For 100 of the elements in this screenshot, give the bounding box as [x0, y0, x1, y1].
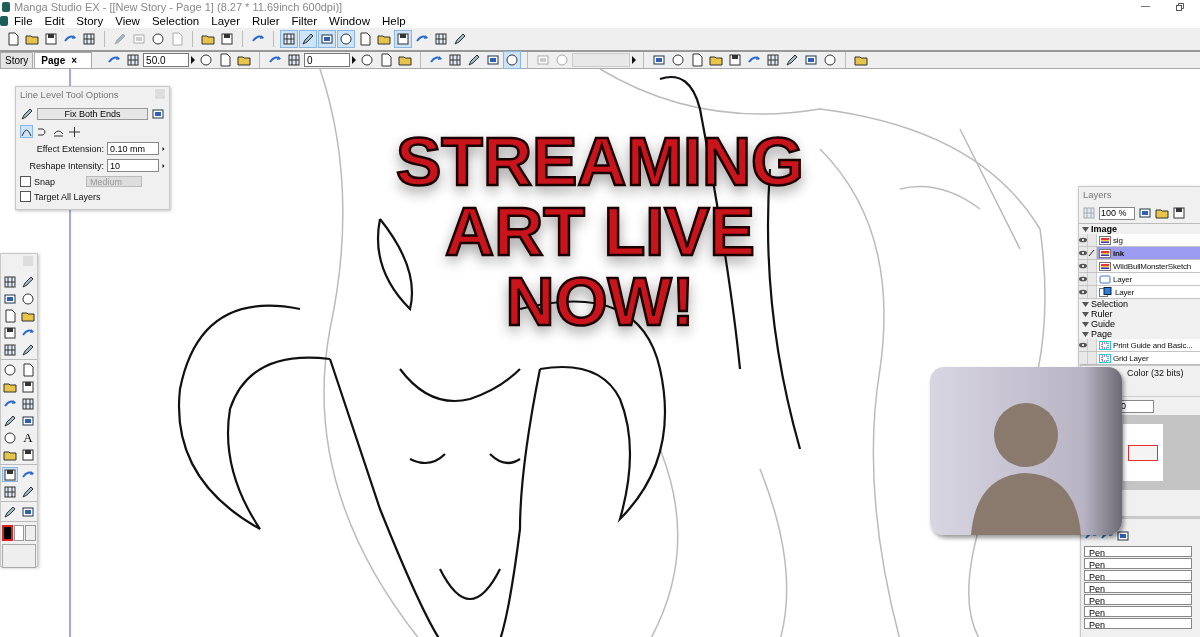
input-field[interactable]: 50.0: [143, 53, 190, 67]
tool-button[interactable]: A: [20, 430, 36, 445]
edit-toggle[interactable]: [1088, 260, 1097, 272]
visibility-toggle[interactable]: [1079, 352, 1088, 364]
edit-toggle[interactable]: [1088, 234, 1097, 246]
input-field[interactable]: 10: [107, 159, 159, 172]
tool-button[interactable]: [2, 308, 18, 323]
edit-toggle[interactable]: [1088, 352, 1097, 364]
history-item[interactable]: Pen: [1084, 546, 1192, 557]
layer-row[interactable]: WildBullMonsterSketch: [1079, 260, 1200, 273]
toolbar-button[interactable]: [80, 30, 98, 48]
menu-item[interactable]: Window: [323, 15, 376, 27]
history-item[interactable]: Pen: [1084, 606, 1192, 617]
toolbar-button[interactable]: [42, 30, 60, 48]
visibility-toggle[interactable]: [1079, 260, 1088, 272]
tool-button[interactable]: [2, 325, 18, 340]
eye-icon[interactable]: [1079, 237, 1087, 243]
input-field[interactable]: 0.10 mm: [107, 142, 159, 155]
edit-toggle[interactable]: [1088, 273, 1097, 285]
menu-item[interactable]: Story: [70, 15, 110, 27]
layer-group[interactable]: Guide: [1079, 319, 1200, 329]
toolbar-button[interactable]: [149, 30, 167, 48]
menu-item[interactable]: View: [109, 15, 146, 27]
tool-button[interactable]: [2, 362, 18, 377]
layer-row[interactable]: Layer: [1079, 286, 1200, 299]
tool-button[interactable]: [20, 396, 36, 411]
tool-button[interactable]: [20, 484, 36, 499]
menu-item[interactable]: Selection: [145, 15, 206, 27]
eye-icon[interactable]: [1079, 342, 1087, 348]
history-item[interactable]: Pen: [1084, 558, 1192, 569]
toolbar-button[interactable]: [432, 30, 450, 48]
minimize-icon[interactable]: [1141, 6, 1150, 8]
eye-icon[interactable]: [1079, 289, 1087, 295]
layer-group[interactable]: Page: [1079, 329, 1200, 339]
menu-item[interactable]: Ruler: [246, 15, 286, 27]
layer-row[interactable]: Layer: [1079, 273, 1200, 286]
layer-row[interactable]: ink: [1079, 247, 1200, 260]
visibility-toggle[interactable]: [1079, 339, 1088, 351]
toolbar-button[interactable]: [218, 30, 236, 48]
tool-button[interactable]: [20, 504, 36, 519]
opacity-field[interactable]: 100 %: [1099, 206, 1135, 220]
tool-button[interactable]: [20, 379, 36, 394]
visibility-toggle[interactable]: [1079, 247, 1088, 259]
toolbar-button[interactable]: [318, 30, 336, 48]
restore-icon[interactable]: [1176, 3, 1184, 11]
layer-group[interactable]: Selection: [1079, 299, 1200, 309]
tool-button[interactable]: [2, 413, 18, 428]
menu-item[interactable]: Help: [375, 15, 412, 27]
history-item[interactable]: Pen: [1084, 570, 1192, 581]
layer-row[interactable]: Grid Layer: [1079, 352, 1200, 365]
history-item[interactable]: Pen: [1084, 618, 1192, 629]
tab[interactable]: Story: [0, 52, 34, 68]
tool-button[interactable]: [2, 291, 18, 306]
eye-icon[interactable]: [1079, 276, 1087, 282]
toolbar-button[interactable]: [337, 30, 355, 48]
toolbar-button[interactable]: [299, 30, 317, 48]
tool-button[interactable]: [20, 413, 36, 428]
color-swatch[interactable]: [2, 525, 13, 541]
color-swatch[interactable]: [13, 525, 25, 541]
color-swatch[interactable]: [25, 525, 36, 541]
mode-button[interactable]: [68, 125, 81, 138]
tool-button[interactable]: [2, 342, 18, 357]
layer-group[interactable]: Image: [1079, 224, 1200, 234]
layer-group[interactable]: Ruler: [1079, 309, 1200, 319]
eye-icon[interactable]: [1079, 263, 1087, 269]
menu-item[interactable]: Filter: [285, 15, 324, 27]
tool-button[interactable]: [20, 362, 36, 377]
mode-button[interactable]: [20, 125, 33, 138]
tool-button[interactable]: [20, 291, 36, 306]
layer-row[interactable]: Print Guide and Basic...: [1079, 339, 1200, 352]
edit-toggle[interactable]: [1088, 339, 1097, 351]
tool-button[interactable]: [20, 342, 36, 357]
tool-button[interactable]: [2, 504, 18, 519]
visibility-toggle[interactable]: [1079, 273, 1088, 285]
input-field[interactable]: [572, 53, 631, 67]
visibility-toggle[interactable]: [1079, 286, 1088, 298]
input-field[interactable]: 0: [304, 53, 351, 67]
view-rectangle[interactable]: [1128, 444, 1158, 461]
tool-button[interactable]: [2, 484, 18, 499]
expand-toggle-icon[interactable]: [1082, 225, 1089, 233]
mode-dropdown[interactable]: Fix Both Ends: [37, 108, 148, 120]
menu-item[interactable]: Layer: [205, 15, 246, 27]
visibility-toggle[interactable]: [1079, 234, 1088, 246]
tool-button[interactable]: [20, 447, 36, 462]
tool-button[interactable]: [2, 467, 18, 482]
edit-toggle[interactable]: [1088, 286, 1097, 298]
history-item[interactable]: Pen: [1084, 582, 1192, 593]
eye-icon[interactable]: [1079, 250, 1087, 256]
menu-item[interactable]: Edit: [38, 15, 71, 27]
menu-item[interactable]: File: [8, 15, 39, 27]
tool-button[interactable]: [2, 430, 18, 445]
tab[interactable]: Page ×: [34, 52, 93, 68]
tool-button[interactable]: [2, 274, 18, 289]
tool-button[interactable]: [20, 274, 36, 289]
edit-toggle[interactable]: [1088, 247, 1097, 259]
history-item[interactable]: Pen: [1084, 594, 1192, 605]
toolbar-button[interactable]: [503, 51, 522, 69]
layer-row[interactable]: sig: [1079, 234, 1200, 247]
close-tab-button[interactable]: ×: [71, 55, 78, 66]
checkbox[interactable]: [20, 191, 31, 202]
